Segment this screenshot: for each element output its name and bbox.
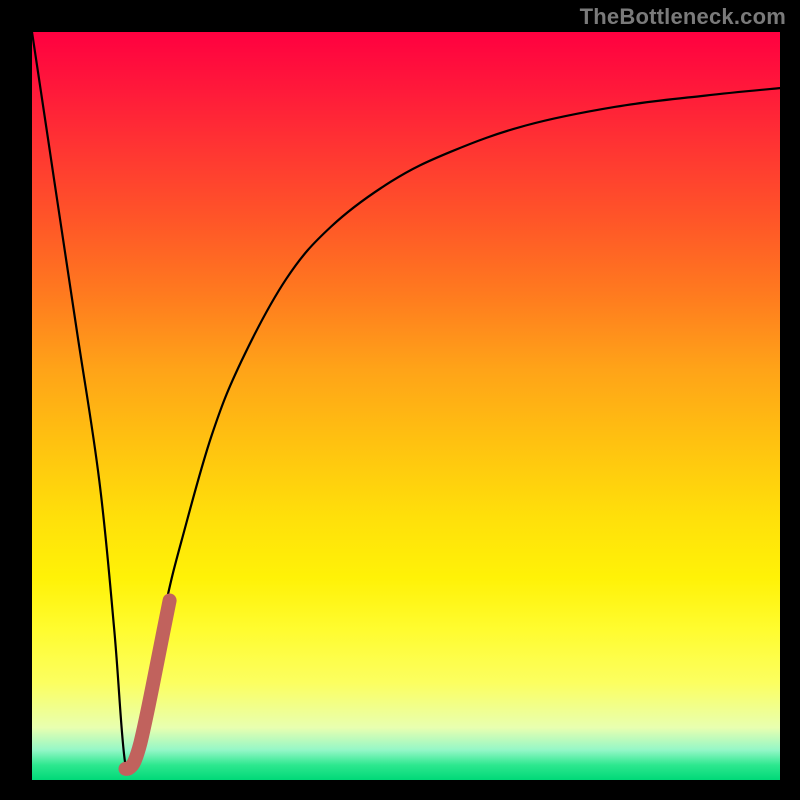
highlight-segment bbox=[126, 601, 170, 769]
curve-layer bbox=[0, 0, 800, 800]
chart-frame: { "watermark": "TheBottleneck.com", "plo… bbox=[0, 0, 800, 800]
watermark-text: TheBottleneck.com bbox=[580, 4, 786, 30]
bottleneck-curve bbox=[32, 32, 780, 774]
